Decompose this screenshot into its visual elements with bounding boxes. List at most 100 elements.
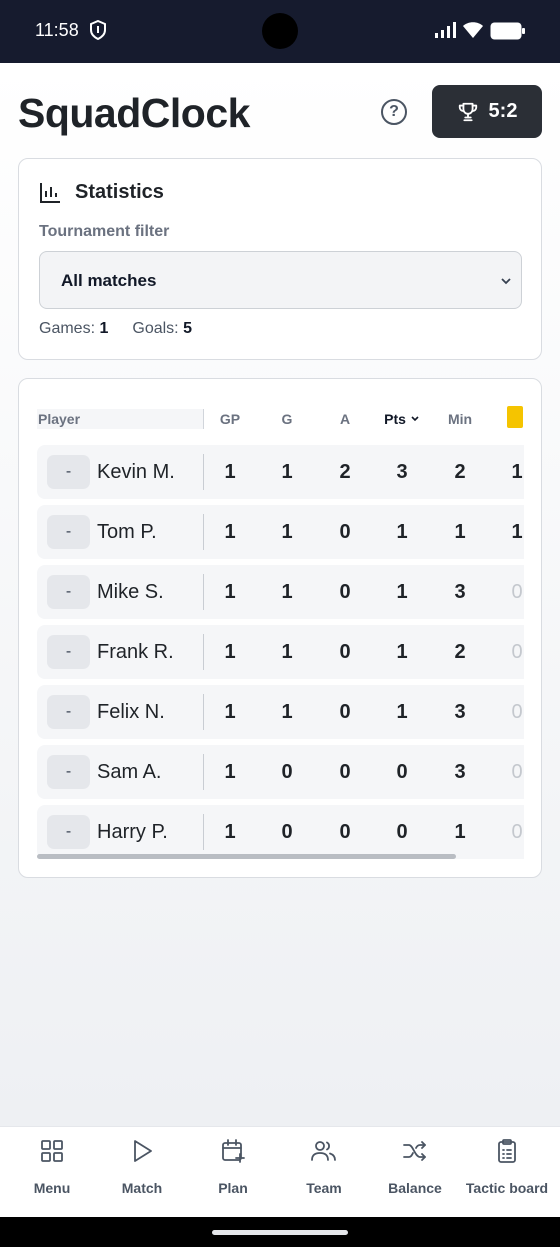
cell-min: 1 <box>454 521 466 543</box>
nav-balance[interactable]: Balance <box>365 1139 465 1196</box>
column-header-min[interactable]: Min <box>440 411 480 427</box>
goals-value: 5 <box>183 320 192 337</box>
status-bar: 11:58 <box>0 0 560 63</box>
column-header-player[interactable]: Player <box>37 409 203 429</box>
cell-min: 2 <box>454 461 466 483</box>
cell-gp: 1 <box>224 521 236 543</box>
table-row[interactable]: - Frank R. 1 1 0 1 2 0 <box>37 625 524 679</box>
nav-match[interactable]: Match <box>92 1139 192 1196</box>
table-row[interactable]: - Sam A. 1 0 0 0 3 0 <box>37 745 524 799</box>
cell-min: 3 <box>454 581 466 603</box>
yellow-card-icon[interactable] <box>507 406 523 428</box>
status-time: 11:58 <box>35 20 79 40</box>
player-name: Frank R. <box>97 641 174 663</box>
statistics-title: Statistics <box>75 181 164 203</box>
player-position-button[interactable]: - <box>47 635 90 669</box>
cell-pts: 1 <box>396 521 408 543</box>
cell-pts: 0 <box>396 821 408 843</box>
cell-min: 3 <box>454 701 466 723</box>
nav-team[interactable]: Team <box>274 1139 374 1196</box>
bottom-navigation: Menu Match Plan Team Balance Tactic boar… <box>0 1126 560 1217</box>
signal-icon <box>435 22 456 38</box>
nav-menu-label: Menu <box>33 1180 71 1196</box>
column-header-a[interactable]: A <box>325 411 365 427</box>
cell-pts: 1 <box>396 641 408 663</box>
player-stats-table[interactable]: Player GP G A Pts Min - Kevin M. 1 1 2 3 2 1- To… <box>37 379 524 877</box>
cell-pts: 3 <box>396 461 408 483</box>
tournament-filter-select[interactable]: All matches <box>39 251 522 309</box>
nav-tactic-board-label: Tactic board <box>465 1180 549 1196</box>
app-title: SquadClock <box>18 90 250 136</box>
player-name: Mike S. <box>97 581 164 603</box>
cell-yc: 0 <box>511 701 523 723</box>
games-value: 1 <box>99 320 109 337</box>
column-divider <box>203 514 204 550</box>
player-position-button[interactable]: - <box>47 755 90 789</box>
home-gesture-handle[interactable] <box>212 1230 348 1235</box>
cell-gp: 1 <box>224 461 236 483</box>
player-position-button[interactable]: - <box>47 455 90 489</box>
cell-a: 2 <box>339 461 351 483</box>
shuffle-icon <box>403 1141 426 1161</box>
cell-gp: 1 <box>224 821 236 843</box>
help-button[interactable]: ? <box>381 99 407 125</box>
nav-plan[interactable]: Plan <box>183 1139 283 1196</box>
cell-yc: 0 <box>511 821 523 843</box>
cell-yc: 0 <box>511 581 523 603</box>
cell-a: 0 <box>339 581 351 603</box>
cell-yc: 0 <box>511 641 523 663</box>
score-button[interactable]: 5:2 <box>432 85 542 138</box>
cell-a: 0 <box>339 821 351 843</box>
player-position-button[interactable]: - <box>47 515 90 549</box>
player-name: Kevin M. <box>97 461 175 483</box>
gesture-bar <box>0 1217 560 1247</box>
cell-yc: 1 <box>511 521 523 543</box>
nav-menu[interactable]: Menu <box>2 1139 102 1196</box>
cell-yc: 1 <box>511 461 523 483</box>
nav-tactic-board[interactable]: Tactic board <box>457 1139 557 1196</box>
column-divider <box>203 409 204 429</box>
cell-yc: 0 <box>511 761 523 783</box>
cell-min: 1 <box>454 821 466 843</box>
column-divider <box>203 694 204 730</box>
column-divider <box>203 814 204 850</box>
column-divider <box>203 754 204 790</box>
player-stats-card: Player GP G A Pts Min - Kevin M. 1 1 2 3 2 1- To… <box>18 378 542 878</box>
player-position-button[interactable]: - <box>47 815 90 849</box>
cell-g: 1 <box>281 641 293 663</box>
table-row[interactable]: - Harry P. 1 0 0 0 1 0 <box>37 805 524 859</box>
nav-team-label: Team <box>306 1180 342 1196</box>
users-icon <box>311 1141 336 1161</box>
bar-chart-icon <box>40 182 60 203</box>
player-position-button[interactable]: - <box>47 575 90 609</box>
score-text: 5:2 <box>488 100 518 122</box>
tournament-filter-value: All matches <box>61 271 157 290</box>
table-row[interactable]: - Mike S. 1 1 0 1 3 0 <box>37 565 524 619</box>
table-row[interactable]: - Kevin M. 1 1 2 3 2 1 <box>37 445 524 499</box>
cell-a: 0 <box>339 761 351 783</box>
column-divider <box>203 574 204 610</box>
column-header-pts[interactable]: Pts <box>377 411 427 427</box>
cell-gp: 1 <box>224 761 236 783</box>
column-header-g[interactable]: G <box>267 411 307 427</box>
player-position-button[interactable]: - <box>47 695 90 729</box>
cell-a: 0 <box>339 701 351 723</box>
horizontal-scrollbar[interactable] <box>37 854 456 859</box>
column-header-pts-label: Pts <box>384 411 406 427</box>
cell-g: 1 <box>281 461 293 483</box>
calendar-plus-icon <box>222 1139 245 1163</box>
chevron-down-icon <box>501 278 511 285</box>
play-icon <box>134 1140 152 1162</box>
grid-icon <box>41 1140 63 1162</box>
player-name: Felix N. <box>97 701 165 723</box>
shield-icon <box>90 20 106 40</box>
cell-gp: 1 <box>224 581 236 603</box>
cell-g: 1 <box>281 701 293 723</box>
goals-count: Goals: 5 <box>132 320 192 338</box>
table-row[interactable]: - Tom P. 1 1 0 1 1 1 <box>37 505 524 559</box>
cell-a: 0 <box>339 521 351 543</box>
games-label: Games: <box>39 320 96 337</box>
column-header-gp[interactable]: GP <box>210 411 250 427</box>
clipboard-icon <box>498 1139 516 1163</box>
table-row[interactable]: - Felix N. 1 1 0 1 3 0 <box>37 685 524 739</box>
